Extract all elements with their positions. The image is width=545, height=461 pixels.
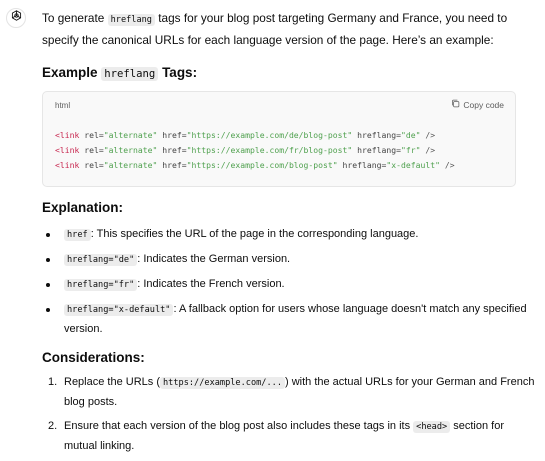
intro-paragraph: To generate hreflang tags for your blog … bbox=[42, 11, 508, 47]
inline-code: hreflang="x-default" bbox=[64, 304, 174, 316]
code-content: <link rel="alternate" href="https://exam… bbox=[55, 128, 455, 173]
list-item: href: This specifies the URL of the page… bbox=[42, 225, 537, 245]
example-heading: Example hreflang Tags: bbox=[42, 65, 198, 81]
code-line: <link rel="alternate" href="https://exam… bbox=[55, 145, 436, 155]
assistant-avatar bbox=[6, 8, 26, 28]
list-item: 1. Replace the URLs (https://example.com/… bbox=[42, 373, 537, 412]
inline-code: hreflang="de" bbox=[64, 254, 138, 266]
list-number: 2. bbox=[48, 420, 58, 432]
inline-code: href bbox=[64, 229, 91, 241]
copy-code-button[interactable]: Copy code bbox=[451, 99, 504, 110]
considerations-heading: Considerations: bbox=[42, 350, 145, 365]
inline-code: https://example.com/... bbox=[160, 377, 285, 389]
inline-code: <head> bbox=[413, 421, 451, 433]
code-line: <link rel="alternate" href="https://exam… bbox=[55, 130, 436, 140]
openai-logo-icon bbox=[10, 9, 23, 27]
code-language-label: html bbox=[55, 101, 71, 110]
list-item: hreflang="fr": Indicates the French vers… bbox=[42, 275, 537, 295]
list-item: hreflang="de": Indicates the German vers… bbox=[42, 250, 537, 270]
code-line: <link rel="alternate" href="https://exam… bbox=[55, 160, 455, 170]
inline-code: hreflang bbox=[107, 14, 155, 26]
explanation-list: href: This specifies the URL of the page… bbox=[42, 225, 537, 339]
explanation-heading: Explanation: bbox=[42, 200, 124, 215]
considerations-list: 1. Replace the URLs (https://example.com/… bbox=[42, 373, 537, 456]
inline-code: hreflang bbox=[101, 67, 159, 81]
list-number: 1. bbox=[48, 376, 58, 388]
code-block: html Copy code <link rel="alternate" hre… bbox=[42, 91, 516, 187]
list-item: 2. Ensure that each version of the blog p… bbox=[42, 417, 537, 456]
list-item: hreflang="x-default": A fallback option … bbox=[42, 300, 537, 339]
assistant-message: To generate hreflang tags for your blog … bbox=[42, 8, 537, 461]
inline-code: hreflang="fr" bbox=[64, 279, 138, 291]
copy-icon bbox=[451, 99, 460, 110]
